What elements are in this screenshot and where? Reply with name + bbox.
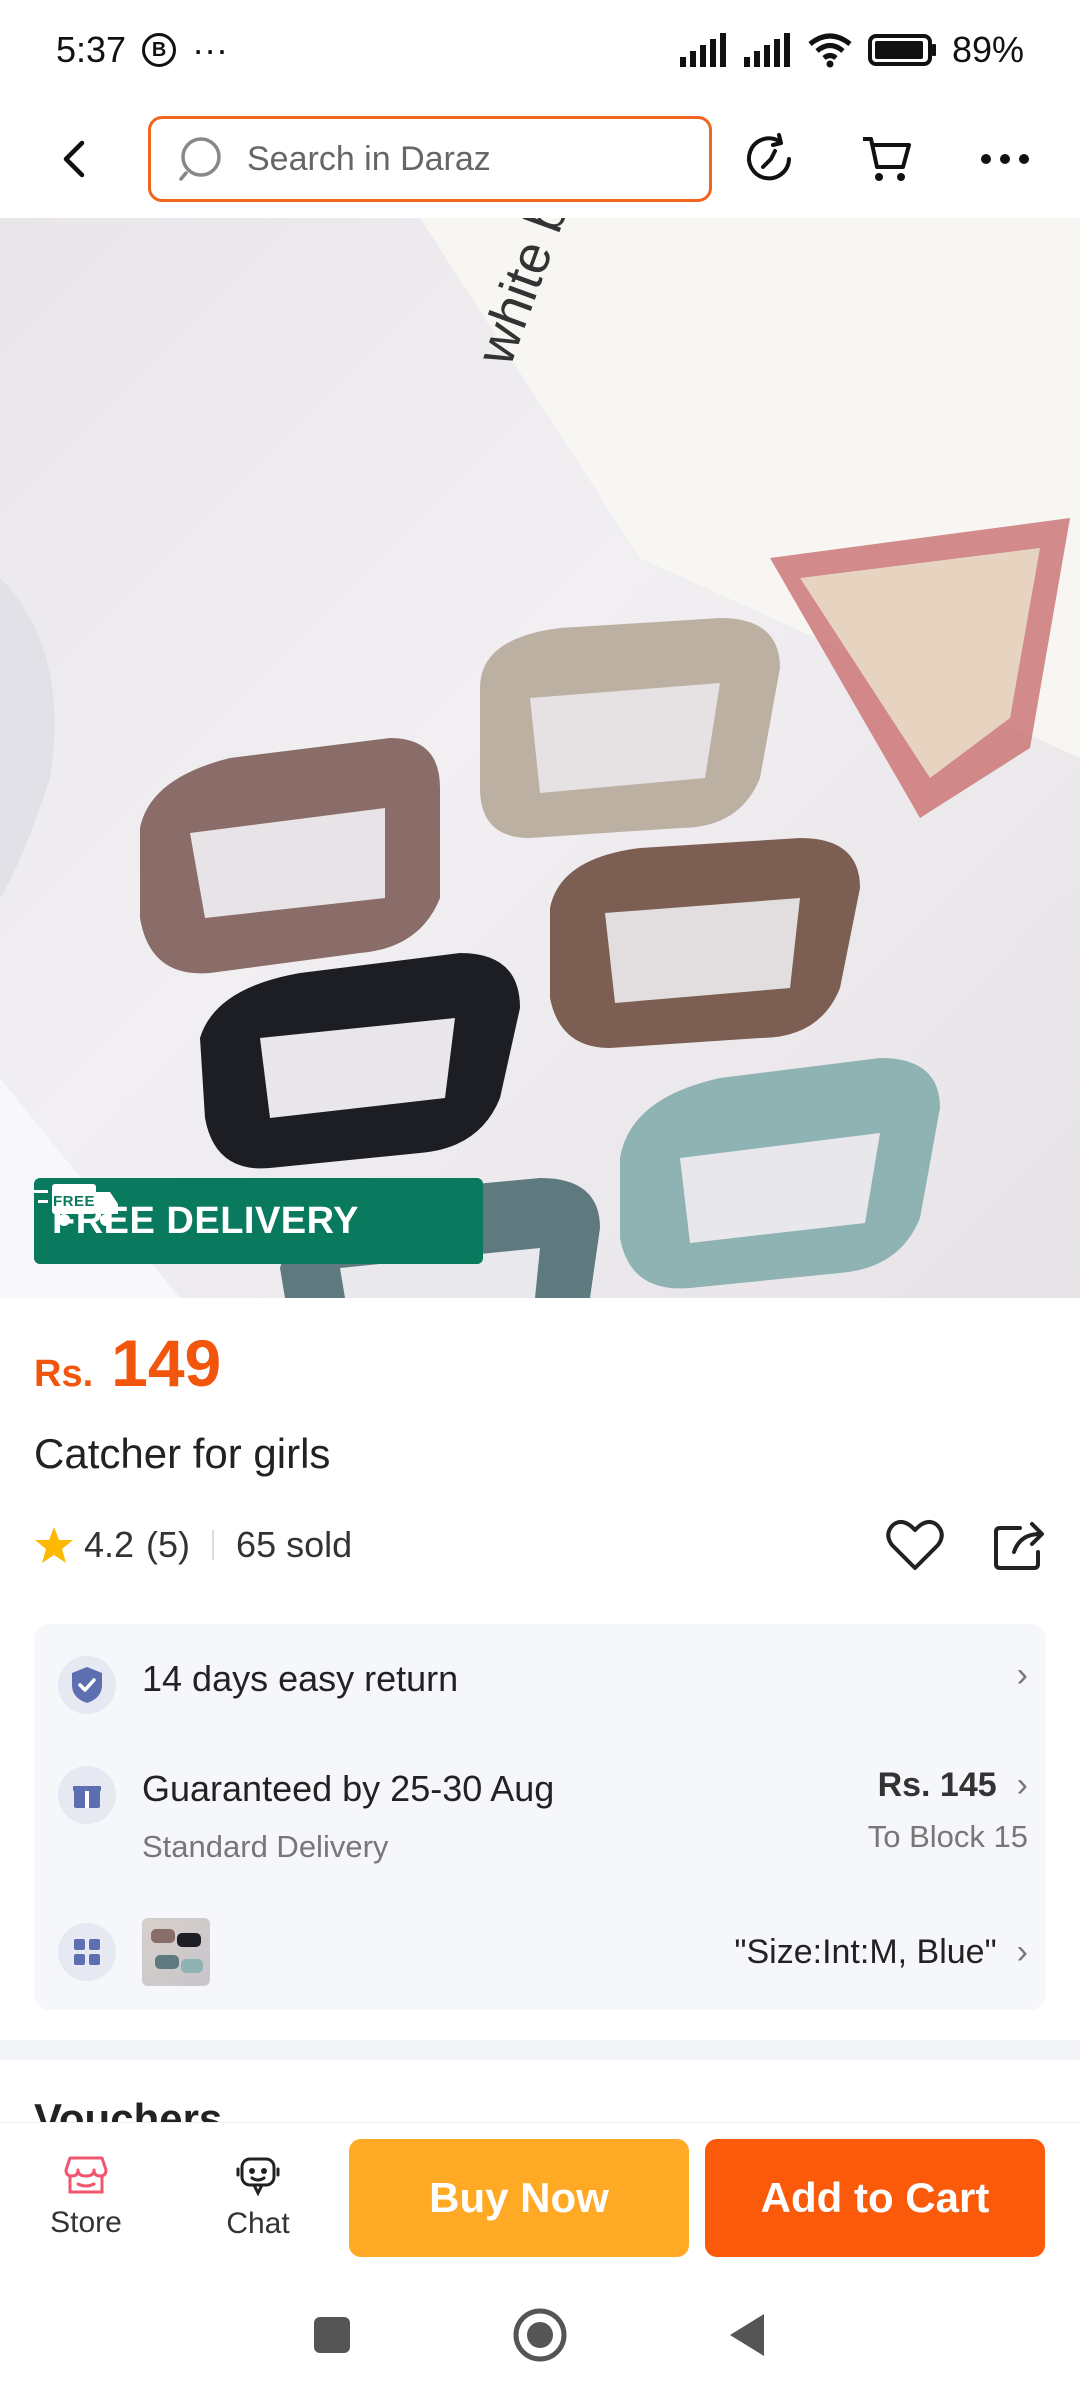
back-nav-icon[interactable] (728, 2312, 768, 2358)
delivery-label: Guaranteed by 25-30 Aug (142, 1768, 555, 1809)
battery-percent: 89% (951, 29, 1024, 70)
delivery-location: To Block 15 (867, 1819, 1028, 1854)
chat-bot-icon (236, 2157, 280, 2196)
status-bar: 5:37 B ··· 89% (0, 0, 1080, 100)
product-title: Catcher for girls (34, 1430, 331, 1477)
free-delivery-truck-icon: FREE (34, 1184, 118, 1226)
free-delivery-badge: FREE FREE DELIVERY (34, 1178, 483, 1264)
variant-label: "Size:Int:M, Blue" (734, 1932, 997, 1971)
system-navigation-bar (0, 2270, 1080, 2400)
hair-claw-illustration: white bla (0, 218, 1080, 1298)
bottom-action-bar: Store Chat Buy Now Add to Cart (0, 2122, 1080, 2270)
recent-apps-icon[interactable] (312, 2315, 352, 2355)
price: Rs. 149 (34, 1325, 221, 1401)
chevron-right-icon: › (1016, 1766, 1028, 1804)
more-dots-icon (981, 154, 1029, 164)
store-label: Store (50, 2205, 122, 2239)
return-shield-icon (58, 1656, 116, 1714)
home-icon[interactable] (512, 2307, 568, 2363)
app-header: Search in Daraz (0, 100, 1080, 218)
product-screen: 5:37 B ··· 89% Search in Daraz white bla… (0, 0, 1080, 2400)
star-icon (35, 1527, 73, 1563)
more-notifications-icon: ··· (192, 29, 229, 70)
delivery-type: Standard Delivery (142, 1828, 389, 1864)
rating-value: 4.2 (84, 1524, 135, 1565)
add-to-cart-button[interactable]: Add to Cart (705, 2139, 1045, 2257)
more-options-button[interactable] (970, 124, 1040, 194)
section-divider (0, 2040, 1080, 2060)
signal-2-icon (743, 33, 790, 67)
cart-button[interactable] (852, 124, 922, 194)
price-currency: Rs. (34, 1353, 94, 1395)
delivery-fee: Rs. 145 (877, 1766, 997, 1804)
variant-grid-icon (58, 1923, 116, 1981)
variant-row[interactable]: "Size:Int:M, Blue" › (58, 1918, 1028, 1986)
delivery-row[interactable]: Guaranteed by 25-30 Aug Standard Deliver… (58, 1766, 1028, 1867)
wifi-icon (808, 33, 852, 68)
b-notification-icon: B (142, 33, 177, 67)
sold-count: 65 sold (236, 1524, 353, 1565)
price-value: 149 (111, 1326, 222, 1400)
back-button[interactable] (40, 124, 110, 194)
share-icon[interactable] (992, 1518, 1046, 1572)
return-label: 14 days easy return (142, 1658, 459, 1699)
search-placeholder: Search in Daraz (247, 139, 491, 178)
store-icon (64, 2156, 108, 2193)
chevron-left-icon (63, 140, 85, 178)
signal-icon (679, 33, 726, 67)
store-button[interactable]: Store (0, 2154, 172, 2240)
battery-icon (867, 34, 936, 66)
cart-icon (863, 137, 911, 181)
history-icon (747, 133, 791, 181)
chat-button[interactable]: Chat (172, 2153, 344, 2241)
search-icon (179, 137, 221, 181)
chevron-right-icon: › (1016, 1932, 1028, 1971)
chat-label: Chat (226, 2206, 290, 2240)
rating-row: 4.2 (5) 65 sold (34, 1515, 1046, 1575)
clock: 5:37 (56, 29, 127, 70)
delivery-gift-icon (58, 1766, 116, 1824)
svg-text:FREE: FREE (53, 1193, 95, 1210)
product-image[interactable]: white bla FREE FREE DELIVERY (0, 218, 1080, 1298)
search-input[interactable]: Search in Daraz (148, 116, 712, 202)
chevron-right-icon: › (1016, 1656, 1028, 1694)
return-policy-row[interactable]: 14 days easy return › (58, 1656, 1028, 1714)
history-button[interactable] (734, 124, 804, 194)
variant-thumbnail[interactable] (142, 1918, 210, 1986)
service-info-card: 14 days easy return › Guaranteed by 25-3… (34, 1624, 1046, 2010)
divider (212, 1530, 215, 1560)
buy-now-button[interactable]: Buy Now (349, 2139, 689, 2257)
rating-count[interactable]: (5) (146, 1524, 190, 1566)
wishlist-heart-icon[interactable] (886, 1518, 944, 1572)
